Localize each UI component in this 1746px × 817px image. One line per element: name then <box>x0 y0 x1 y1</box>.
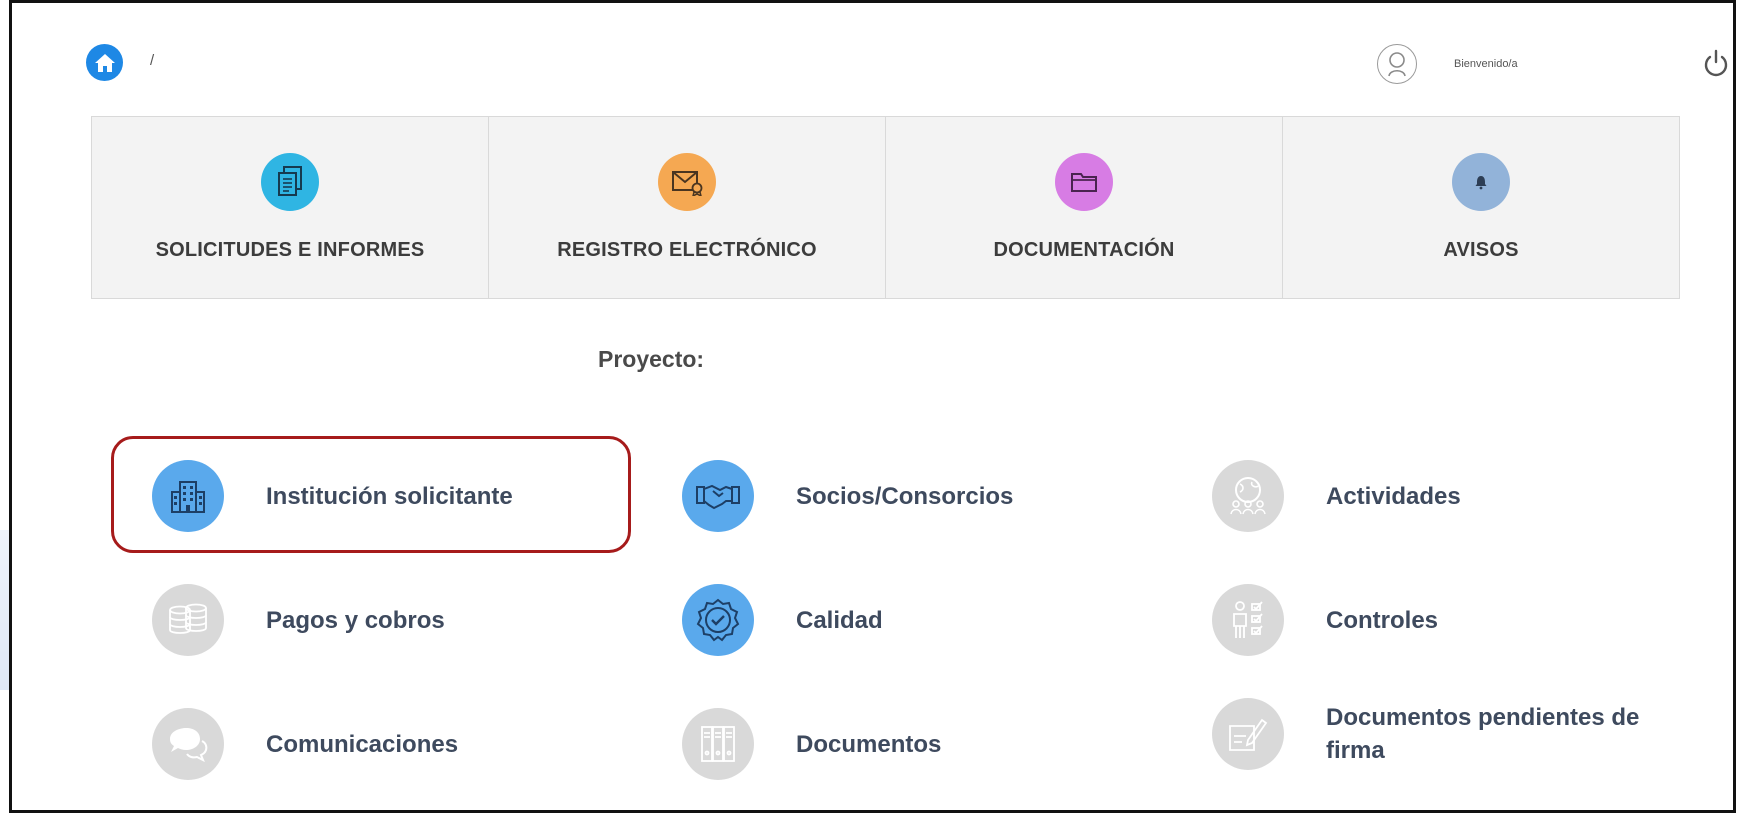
user-avatar[interactable] <box>1377 44 1417 84</box>
tile-solicitudes[interactable]: SOLICITUDES E INFORMES <box>92 117 489 298</box>
documents-icon <box>261 153 319 211</box>
tile-avisos[interactable]: AVISOS <box>1283 117 1679 298</box>
buildings-icon <box>152 460 224 532</box>
module-documentos[interactable]: Documentos <box>682 708 941 780</box>
quality-badge-icon <box>682 584 754 656</box>
handshake-icon <box>682 460 754 532</box>
sign-document-icon <box>1212 698 1284 770</box>
tile-label: REGISTRO ELECTRÓNICO <box>557 239 817 261</box>
module-label: Pagos y cobros <box>266 606 445 634</box>
module-pagos[interactable]: Pagos y cobros <box>152 584 445 656</box>
main-menu-tiles: SOLICITUDES E INFORMES REGISTRO ELECTRÓN… <box>91 116 1680 299</box>
tile-documentacion[interactable]: DOCUMENTACIÓN <box>886 117 1283 298</box>
module-label: Calidad <box>796 606 883 634</box>
module-label: Institución solicitante <box>266 482 513 510</box>
module-calidad[interactable]: Calidad <box>682 584 883 656</box>
home-icon <box>94 53 115 72</box>
bell-icon <box>1452 153 1510 211</box>
checklist-person-icon <box>1212 584 1284 656</box>
globe-people-icon <box>1212 460 1284 532</box>
breadcrumb-separator: / <box>150 52 155 69</box>
user-icon <box>1388 52 1406 77</box>
binders-icon <box>682 708 754 780</box>
project-label: Proyecto: <box>598 346 705 372</box>
tile-label: SOLICITUDES E INFORMES <box>155 239 425 261</box>
module-label: Socios/Consorcios <box>796 482 1014 510</box>
welcome-text: Bienvenido/a <box>1454 58 1518 70</box>
module-actividades[interactable]: Actividades <box>1212 460 1461 532</box>
tile-label: AVISOS <box>1443 239 1519 261</box>
left-edge-accent <box>0 530 9 690</box>
logout-button[interactable] <box>1703 48 1729 78</box>
folder-icon <box>1055 153 1113 211</box>
module-label: Documentos pendientes de firma <box>1326 704 1640 764</box>
module-label: Controles <box>1326 606 1439 634</box>
module-pendientes-firma[interactable]: Documentos pendientes de firma <box>1212 698 1686 770</box>
module-comunicaciones[interactable]: Comunicaciones <box>152 708 458 780</box>
coins-icon <box>152 584 224 656</box>
module-label: Actividades <box>1326 482 1461 510</box>
module-label: Comunicaciones <box>266 730 459 758</box>
module-socios[interactable]: Socios/Consorcios <box>682 460 1013 532</box>
module-institucion[interactable]: Institución solicitante <box>152 460 513 532</box>
module-label: Documentos <box>796 730 942 758</box>
power-icon <box>1704 49 1728 77</box>
home-button[interactable] <box>86 44 123 81</box>
tile-registro[interactable]: REGISTRO ELECTRÓNICO <box>489 117 886 298</box>
tile-label: DOCUMENTACIÓN <box>993 239 1175 261</box>
certified-mail-icon <box>658 153 716 211</box>
module-controles[interactable]: Controles <box>1212 584 1438 656</box>
chat-bubbles-icon <box>152 708 224 780</box>
